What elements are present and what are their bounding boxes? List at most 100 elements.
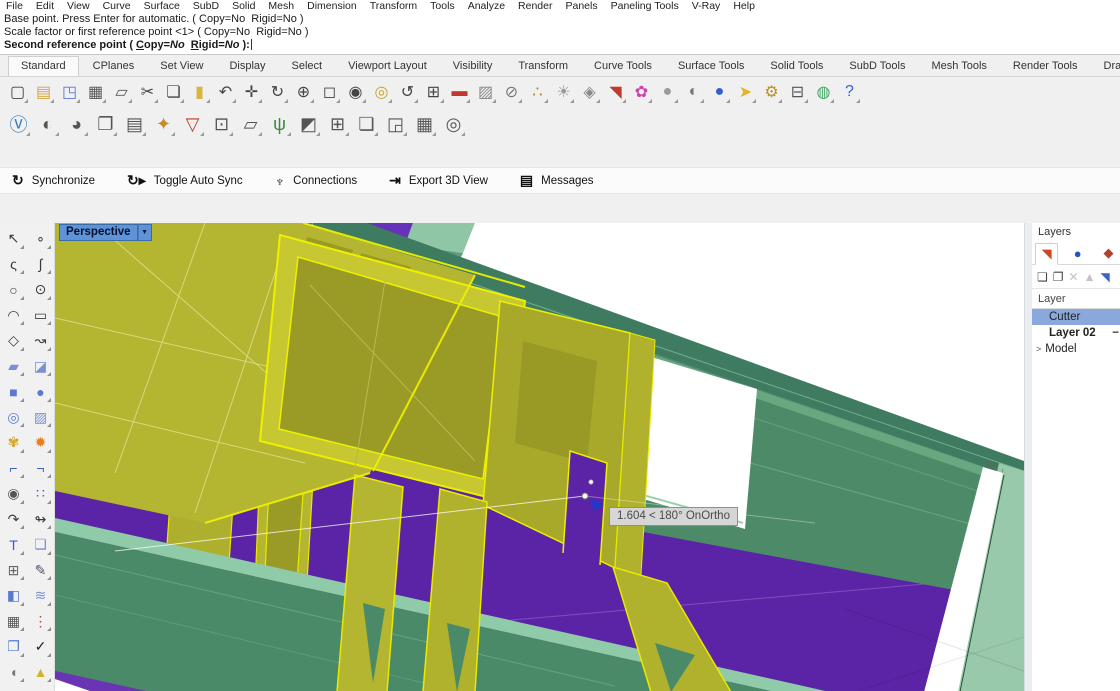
command-prompt[interactable]: Second reference point ( Copy=No Rigid=N… — [4, 39, 1120, 52]
tab-mesh-tools[interactable]: Mesh Tools — [919, 57, 998, 76]
light-gen-icon[interactable]: ✦ — [150, 111, 177, 138]
tab-drafting[interactable]: Drafting — [1092, 57, 1120, 76]
tab-solid-tools[interactable]: Solid Tools — [758, 57, 835, 76]
draw-plane-tool[interactable]: ✎ — [27, 558, 54, 584]
proxy-box-icon[interactable]: ⊡ — [208, 111, 235, 138]
tab-select[interactable]: Select — [280, 57, 335, 76]
layers-panel-tab[interactable]: ◥ — [1035, 243, 1059, 265]
extrude-tool[interactable]: ◧ — [0, 583, 27, 609]
asset-editor-icon[interactable]: ◐ — [34, 111, 61, 138]
vray-logo-icon[interactable]: Ⓥ — [5, 111, 32, 138]
menu-item-edit[interactable]: Edit — [36, 0, 54, 12]
point-markers-icon[interactable]: ∴ — [525, 80, 550, 105]
point-tool[interactable]: ∘ — [27, 226, 54, 252]
menu-item-render[interactable]: Render — [518, 0, 552, 12]
tab-set-view[interactable]: Set View — [148, 57, 215, 76]
trim-tool[interactable]: ⌐ — [0, 456, 27, 482]
zoom-selected-icon[interactable]: ◉ — [343, 80, 368, 105]
toggle-auto-sync-button[interactable]: ↻▸ Toggle Auto Sync — [127, 172, 243, 189]
rigid-option[interactable]: Rigid — [191, 39, 219, 52]
menu-item-tools[interactable]: Tools — [430, 0, 455, 12]
layer-row-layer-02[interactable]: Layer 02 − — [1032, 325, 1120, 341]
render-vray-icon[interactable]: ◕ — [63, 111, 90, 138]
grid-split-icon[interactable]: ⊞ — [324, 111, 351, 138]
menu-item-subd[interactable]: SubD — [193, 0, 219, 12]
menu-item-mesh[interactable]: Mesh — [268, 0, 294, 12]
menu-item-help[interactable]: Help — [733, 0, 755, 12]
zoom-icon[interactable]: ⊕ — [291, 80, 316, 105]
copy-object-tool[interactable]: ❏ — [27, 532, 54, 558]
extend-curve-tool[interactable]: ↷ — [0, 507, 27, 533]
cone-tool[interactable]: ▲ — [27, 660, 54, 686]
infinite-plane-icon[interactable]: ▽ — [179, 111, 206, 138]
frame-buffer-icon[interactable]: ▤ — [121, 111, 148, 138]
adjust-curve-tool[interactable]: ↬ — [27, 507, 54, 533]
snap-grid-icon[interactable]: ⊟ — [785, 80, 810, 105]
tab-subd-tools[interactable]: SubD Tools — [837, 57, 917, 76]
move-up-icon[interactable]: ▲ — [1084, 270, 1096, 284]
materials-panel-tab[interactable]: ● — [1066, 242, 1089, 264]
curve-boolean-tool[interactable]: ◉ — [0, 481, 27, 507]
page-setup-icon[interactable]: ◲ — [382, 111, 409, 138]
lens-target-icon[interactable]: ◎ — [440, 111, 467, 138]
polygon-tool[interactable]: ◇ — [0, 328, 27, 354]
fur-icon[interactable]: ψ — [266, 111, 293, 138]
arrange-tool[interactable]: ❐ — [0, 634, 27, 660]
boolean-union-tool[interactable]: ✾ — [0, 430, 27, 456]
sphere-tool[interactable]: ● — [27, 379, 54, 405]
paste-icon[interactable]: ▮ — [187, 80, 212, 105]
box-tool[interactable]: ■ — [0, 379, 27, 405]
delete-layer-icon[interactable]: ✕ — [1069, 270, 1079, 284]
viewport-title[interactable]: Perspective ▼ — [59, 224, 152, 241]
messages-button[interactable]: ▤ Messages — [520, 172, 594, 189]
tab-visibility[interactable]: Visibility — [441, 57, 505, 76]
synchronize-button[interactable]: ↻ Synchronize — [12, 172, 95, 189]
arc-tool[interactable]: ◠ — [0, 303, 27, 329]
split-tool[interactable]: ¬ — [27, 456, 54, 482]
cut-icon[interactable]: ✂ — [135, 80, 160, 105]
tab-render-tools[interactable]: Render Tools — [1001, 57, 1090, 76]
measure-icon[interactable]: ⊘ — [499, 80, 524, 105]
tab-cplanes[interactable]: CPlanes — [81, 57, 147, 76]
circle-tool[interactable]: ○ — [0, 277, 27, 303]
render-history-icon[interactable]: ❐ — [92, 111, 119, 138]
menu-item-analyze[interactable]: Analyze — [468, 0, 505, 12]
loft-surface-tool[interactable]: ◪ — [27, 354, 54, 380]
viewport-title-label[interactable]: Perspective — [59, 224, 138, 241]
text-tool[interactable]: T — [0, 532, 27, 558]
flamingo-icon[interactable]: ◥ — [603, 80, 628, 105]
copy-option[interactable]: Copy — [136, 39, 164, 52]
cplane-icon[interactable]: ▨ — [473, 80, 498, 105]
rectangle-tool[interactable]: ▭ — [27, 303, 54, 329]
export-3d-view-button[interactable]: ⇥ Export 3D View — [389, 172, 488, 189]
point-cloud-tool[interactable]: ∷ — [27, 481, 54, 507]
undo-icon[interactable]: ↶ — [213, 80, 238, 105]
mesh-light-icon[interactable]: ▱ — [237, 111, 264, 138]
menu-item-transform[interactable]: Transform — [370, 0, 417, 12]
check-tool[interactable]: ✓ — [27, 634, 54, 660]
import-icon[interactable]: ▱ — [109, 80, 134, 105]
zoom-window-icon[interactable]: ◻ — [317, 80, 342, 105]
tab-surface-tools[interactable]: Surface Tools — [666, 57, 756, 76]
menu-item-view[interactable]: View — [67, 0, 90, 12]
tab-curve-tools[interactable]: Curve Tools — [582, 57, 664, 76]
tab-transform[interactable]: Transform — [506, 57, 580, 76]
duplicate-layer-icon[interactable]: ❐ — [1053, 270, 1064, 284]
control-point-curve-tool[interactable]: ς — [0, 252, 27, 278]
menu-item-file[interactable]: File — [6, 0, 23, 12]
batch-table-icon[interactable]: ▦ — [411, 111, 438, 138]
copy-icon[interactable]: ❏ — [161, 80, 186, 105]
rotate-view-icon[interactable]: ↻ — [265, 80, 290, 105]
new-file-icon[interactable]: ▢ — [5, 80, 30, 105]
slab-tool[interactable]: ≋ — [27, 583, 54, 609]
menu-item-solid[interactable]: Solid — [232, 0, 255, 12]
earth-icon[interactable]: ◍ — [811, 80, 836, 105]
curve-blend-tool[interactable]: ↝ — [27, 328, 54, 354]
undo-view-icon[interactable]: ↺ — [395, 80, 420, 105]
perspective-viewport[interactable]: Perspective ▼ 1.604 < 180° OnOrtho — [55, 223, 1024, 691]
render-preview-icon[interactable]: ◐ — [681, 80, 706, 105]
pan-icon[interactable]: ✛ — [239, 80, 264, 105]
layer-row-model[interactable]: > Model — [1032, 341, 1120, 357]
menu-item-dimension[interactable]: Dimension — [307, 0, 357, 12]
menu-item-panels[interactable]: Panels — [566, 0, 598, 12]
